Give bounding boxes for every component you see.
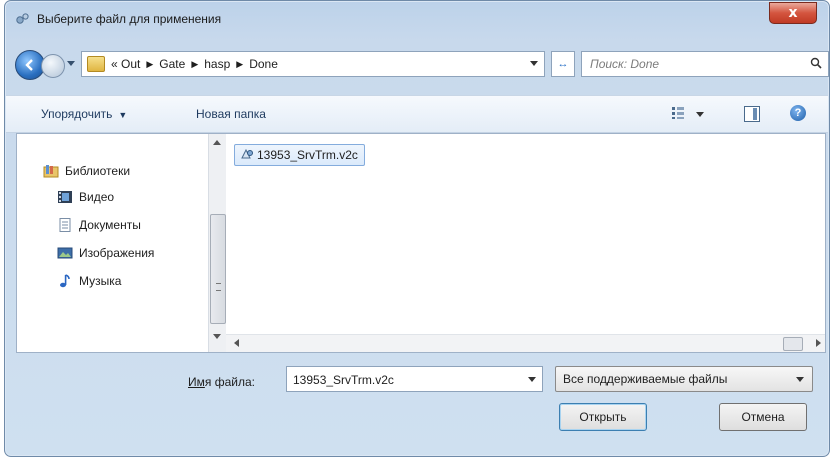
refresh-icon: ↔ (557, 58, 569, 70)
nav-item-label: Документы (79, 218, 141, 232)
file-list: 13953_SrvTrm.v2c (226, 134, 825, 334)
nav-item-label: Библиотеки (65, 164, 131, 178)
scroll-down-icon[interactable] (213, 334, 221, 339)
close-icon: x (788, 5, 798, 21)
nav-item-documents[interactable]: Документы (57, 218, 141, 232)
navigation-pane: Библиотеки Видео Документы Изображения М… (17, 134, 207, 314)
scrollbar-thumb[interactable] (210, 214, 226, 324)
v2c-file-icon (241, 148, 253, 159)
pictures-icon (57, 247, 73, 259)
nav-item-video[interactable]: Видео (57, 190, 114, 204)
search-box[interactable] (581, 51, 829, 77)
organize-menu[interactable]: Упорядочить ▼ (41, 107, 127, 121)
back-arrow-icon (25, 59, 33, 71)
search-icon[interactable] (810, 57, 822, 69)
breadcrumb-done[interactable]: Done (249, 57, 278, 71)
file-name: 13953_SrvTrm.v2c (257, 148, 358, 162)
nav-item-libraries[interactable]: Библиотеки (43, 164, 130, 178)
open-button[interactable]: Открыть (559, 403, 647, 431)
forward-button[interactable] (41, 54, 65, 78)
chevron-down-icon: ▼ (118, 110, 128, 120)
music-icon (60, 274, 70, 288)
organize-label: Упорядочить (41, 107, 113, 121)
grip-icon (216, 283, 221, 291)
breadcrumb: « Out ▶ Gate ▶ hasp ▶ Done (111, 57, 278, 71)
views-icon[interactable] (671, 106, 685, 120)
chevron-down-icon (796, 377, 804, 382)
navigation-bar: « Out ▶ Gate ▶ hasp ▶ Done ↔ (15, 49, 829, 80)
file-open-dialog: Выберите файл для применения x « Out ▶ G… (4, 0, 830, 457)
breadcrumb-gate[interactable]: Gate (159, 57, 185, 71)
filename-input[interactable] (291, 371, 515, 389)
breadcrumb-out[interactable]: Out (121, 57, 140, 71)
file-list-horizontal-scrollbar[interactable] (226, 334, 825, 352)
nav-item-label: Музыка (79, 274, 122, 288)
breadcrumb-separator-icon[interactable]: ▶ (191, 59, 198, 70)
nav-item-pictures[interactable]: Изображения (57, 246, 154, 260)
file-type-filter-value: Все поддерживаемые файлы (563, 372, 728, 386)
preview-pane-icon[interactable] (744, 106, 760, 122)
libraries-icon (43, 165, 59, 178)
command-bar: Упорядочить ▼ Новая папка ? (6, 95, 828, 133)
chevron-down-icon[interactable] (528, 377, 536, 382)
search-input[interactable] (588, 55, 792, 73)
title-bar[interactable]: Выберите файл для применения x (5, 1, 829, 37)
nav-item-label: Видео (79, 190, 115, 204)
scroll-right-icon[interactable] (816, 339, 821, 347)
address-bar[interactable]: « Out ▶ Gate ▶ hasp ▶ Done (81, 51, 545, 77)
window-title: Выберите файл для применения (37, 12, 222, 26)
nav-item-label: Изображения (79, 246, 155, 260)
app-icon (16, 13, 29, 24)
close-button[interactable]: x (769, 2, 817, 24)
breadcrumb-separator-icon[interactable]: ▶ (236, 59, 243, 70)
filename-combo[interactable] (286, 366, 543, 392)
video-icon (58, 191, 72, 203)
help-icon[interactable]: ? (790, 105, 806, 121)
file-item[interactable]: 13953_SrvTrm.v2c (234, 144, 365, 166)
documents-icon (59, 218, 71, 232)
address-dropdown-icon[interactable] (530, 61, 538, 66)
breadcrumb-separator-icon[interactable]: ▶ (146, 59, 153, 70)
breadcrumb-hasp[interactable]: hasp (204, 57, 230, 71)
scroll-up-icon[interactable] (213, 140, 221, 145)
refresh-button[interactable]: ↔ (551, 51, 575, 77)
nav-item-music[interactable]: Музыка (57, 274, 121, 288)
scroll-left-icon[interactable] (234, 339, 239, 347)
filename-label: Имя файла: (188, 375, 255, 389)
recent-pages-dropdown-icon[interactable] (67, 61, 75, 66)
breadcrumb-overflow[interactable]: « (111, 57, 118, 71)
cancel-button[interactable]: Отмена (719, 403, 807, 431)
nav-pane-scrollbar[interactable] (208, 134, 226, 352)
file-type-filter-select[interactable]: Все поддерживаемые файлы (555, 366, 813, 392)
browser-area: Библиотеки Видео Документы Изображения М… (16, 133, 826, 353)
new-folder-button[interactable]: Новая папка (196, 107, 266, 121)
scrollbar-thumb[interactable] (783, 337, 803, 351)
folder-icon (87, 56, 105, 72)
views-dropdown-icon[interactable] (696, 112, 704, 117)
